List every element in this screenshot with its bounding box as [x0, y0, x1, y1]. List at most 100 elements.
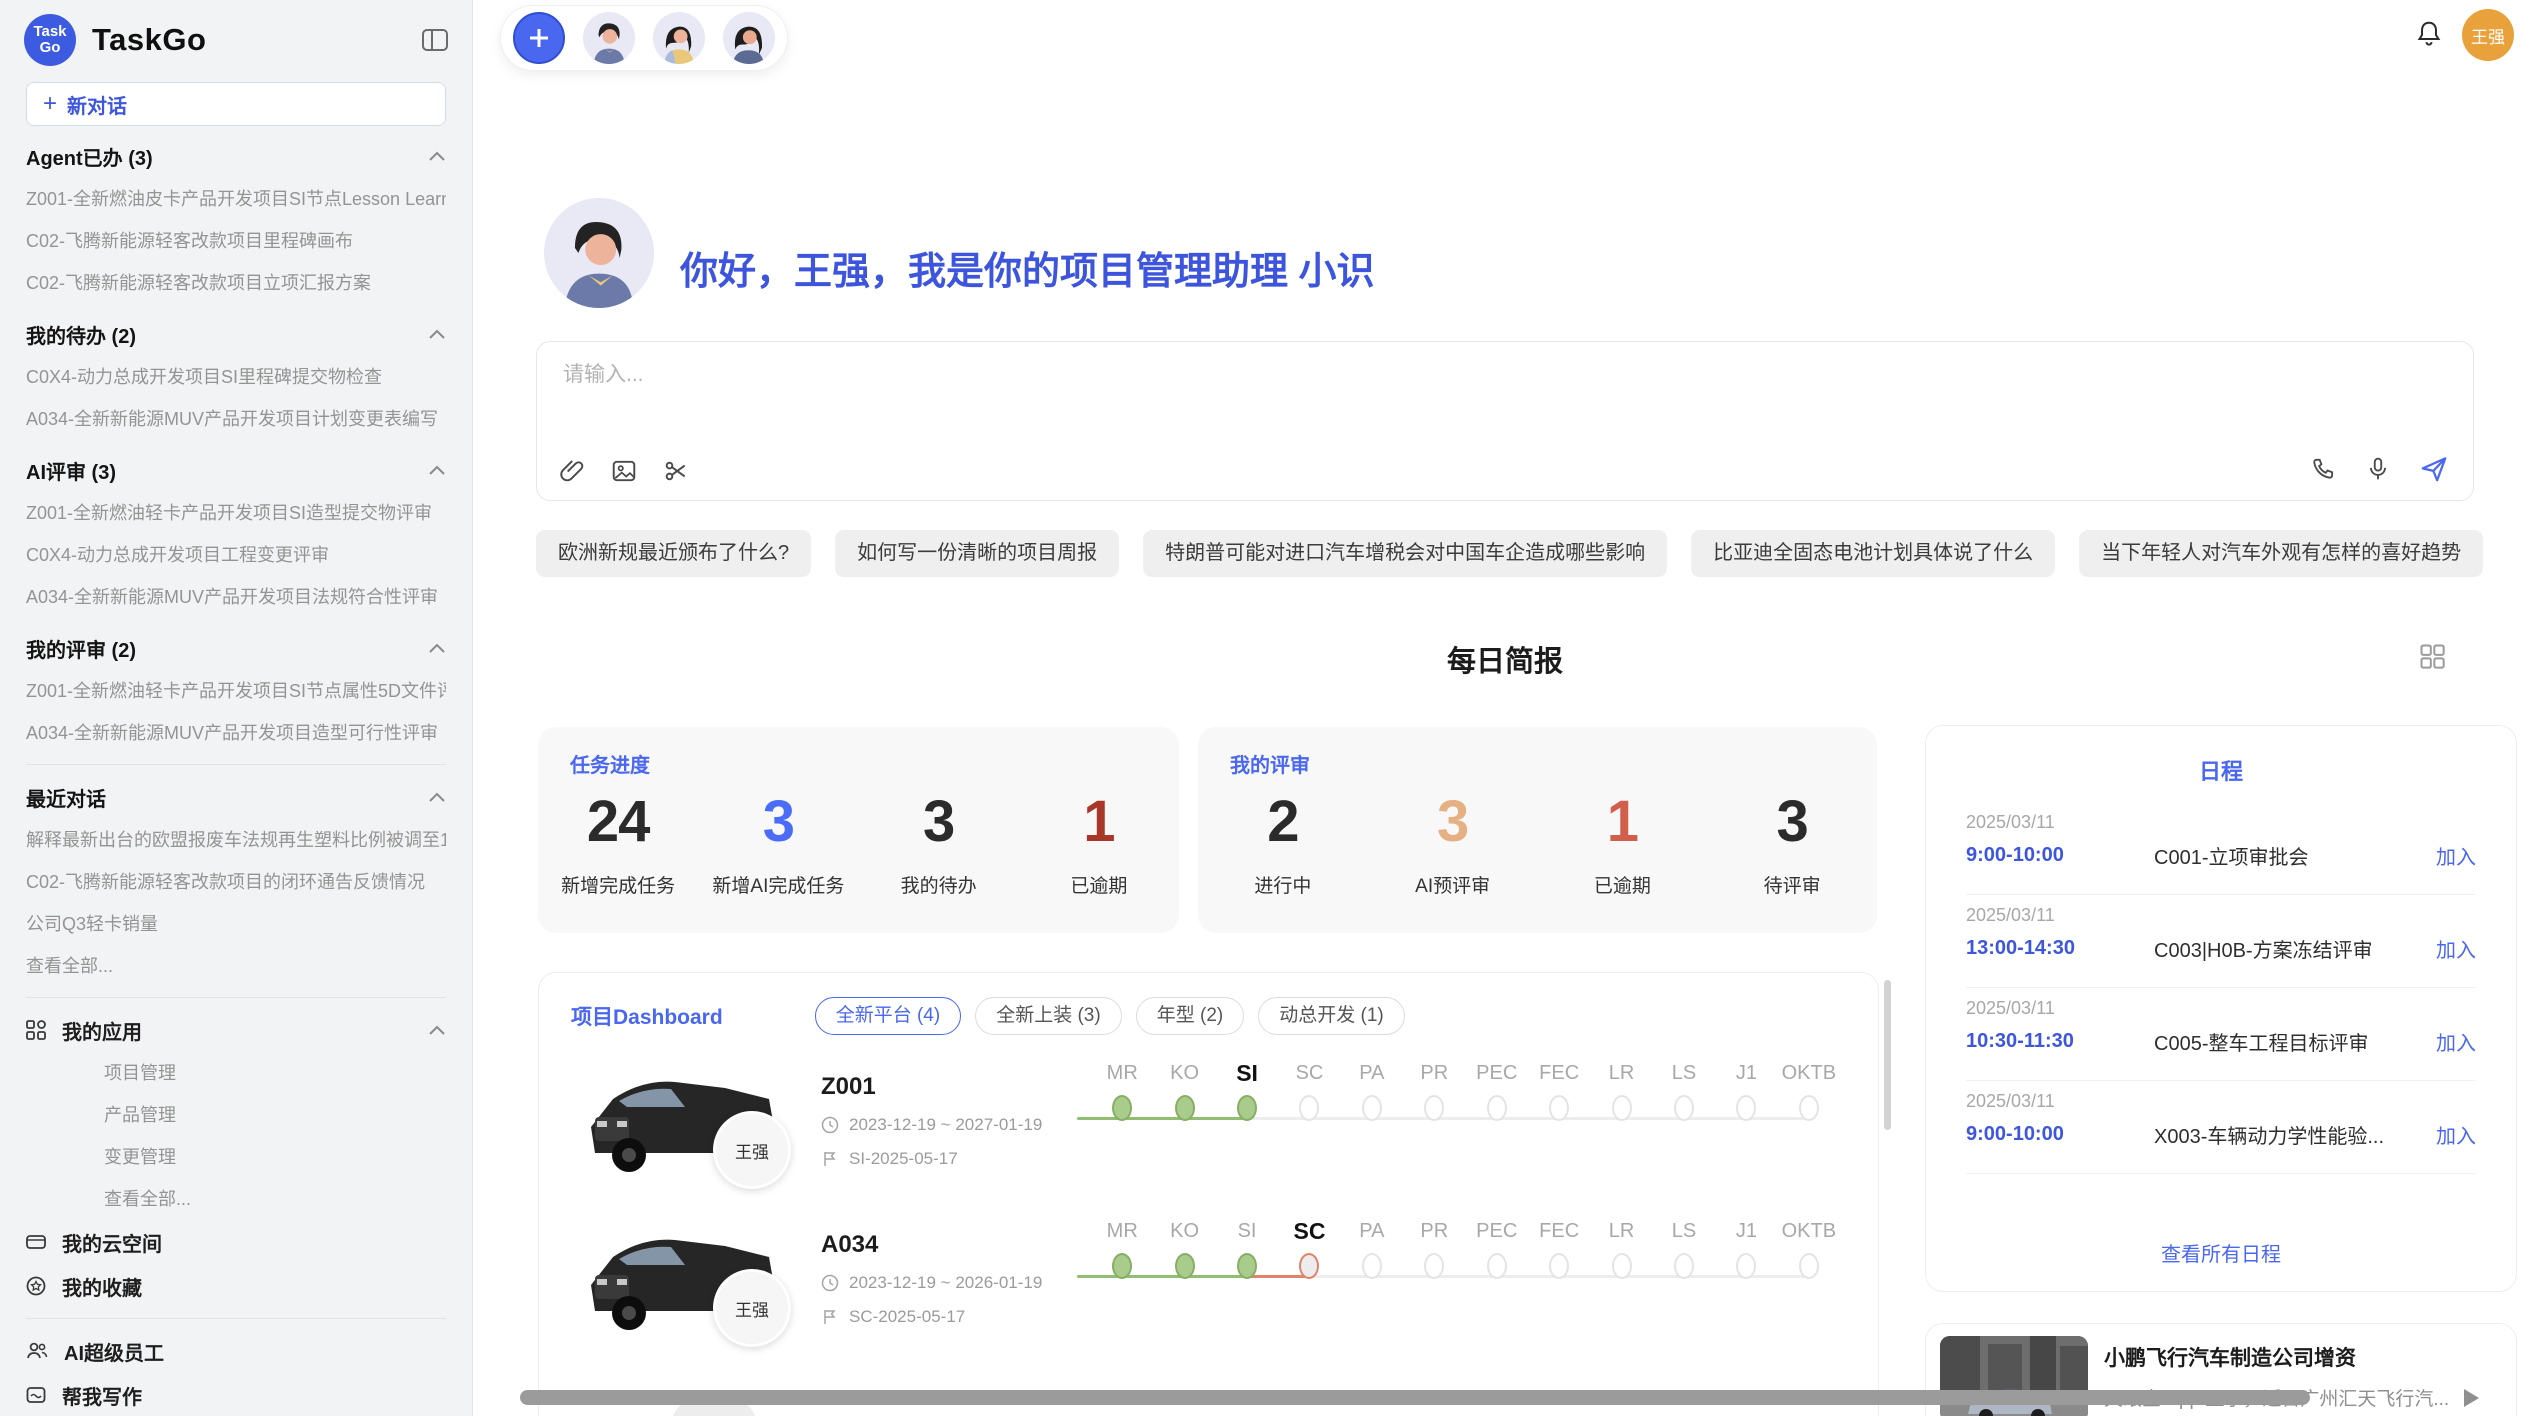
chevron-up-icon — [428, 1024, 446, 1036]
suggestion-chip[interactable]: 如何写一份清晰的项目周报 — [835, 530, 1119, 577]
project-row[interactable]: 王强 A034 2023-12-19 ~ 2026-01-19 SC-2025-… — [571, 1211, 1840, 1363]
stat-value: 3 — [859, 789, 1019, 855]
plus-icon — [526, 25, 552, 51]
suggestion-chips: 欧洲新规最近颁布了什么? 如何写一份清晰的项目周报 特朗普可能对进口汽车增税会对… — [536, 530, 2483, 577]
milestone-si: SI — [1216, 1213, 1278, 1325]
layout-grid-icon[interactable] — [2418, 642, 2446, 670]
suggestion-chip[interactable]: 当下年轻人对汽车外观有怎样的喜好趋势 — [2079, 530, 2483, 577]
tab-powertrain[interactable]: 动总开发 (1) — [1258, 997, 1405, 1035]
avatar[interactable] — [583, 12, 635, 64]
sidebar-item[interactable]: C0X4-动力总成开发项目工程变更评审 — [26, 534, 446, 576]
milestone-ls: LS — [1653, 1213, 1715, 1325]
schedule-card: 日程 2025/03/11 9:00-10:00 C001-立项审批会 加入 2… — [1925, 725, 2517, 1292]
sidebar-item[interactable]: C02-飞腾新能源轻客改款项目立项汇报方案 — [26, 262, 446, 304]
section-title: 我的评审 (2) — [26, 634, 136, 663]
section-agent-done[interactable]: Agent已办 (3) — [26, 134, 446, 178]
stat-pending-review: 3 待评审 — [1707, 789, 1877, 898]
ai-staff-label: AI超级员工 — [64, 1337, 164, 1366]
image-icon[interactable] — [611, 458, 637, 484]
writing-icon — [26, 1385, 46, 1405]
horizontal-scrollbar[interactable] — [520, 1390, 2310, 1405]
stat-label: 已逾期 — [1019, 871, 1179, 898]
stat-value: 2 — [1198, 789, 1368, 855]
milestone-pr: PR — [1403, 1055, 1465, 1167]
app-item-product-mgmt[interactable]: 产品管理 — [26, 1094, 446, 1136]
milestone-pa: PA — [1341, 1213, 1403, 1325]
new-chat-button[interactable]: + 新对话 — [26, 82, 446, 126]
sidebar-item-cloud-space[interactable]: 我的云空间 — [26, 1220, 446, 1264]
suggestion-chip[interactable]: 比亚迪全固态电池计划具体说了什么 — [1691, 530, 2055, 577]
phone-icon[interactable] — [2311, 456, 2337, 482]
recent-chat-item[interactable]: C02-飞腾新能源轻客改款项目的闭环通告反馈情况 — [26, 861, 446, 903]
join-button[interactable]: 加入 — [2436, 1120, 2476, 1149]
section-my-review[interactable]: 我的评审 (2) — [26, 626, 446, 670]
sidebar-item[interactable]: Z001-全新燃油轻卡产品开发项目SI造型提交物评审 — [26, 492, 446, 534]
suggestion-chip[interactable]: 欧洲新规最近颁布了什么? — [536, 530, 811, 577]
sidebar-item[interactable]: C0X4-动力总成开发项目SI里程碑提交物检查 — [26, 356, 446, 398]
project-owner-avatar: 王强 — [713, 1111, 791, 1189]
join-button[interactable]: 加入 — [2436, 841, 2476, 870]
section-my-todo[interactable]: 我的待办 (2) — [26, 312, 446, 356]
sidebar-item-ai-staff[interactable]: AI超级员工 — [26, 1329, 446, 1373]
tab-year-model[interactable]: 年型 (2) — [1136, 997, 1245, 1035]
project-dates-text: 2023-12-19 ~ 2026-01-19 — [849, 1273, 1042, 1293]
divider — [26, 1318, 446, 1319]
suggestion-chip[interactable]: 特朗普可能对进口汽车增税会对中国车企造成哪些影响 — [1143, 530, 1667, 577]
milestone-ko: KO — [1153, 1213, 1215, 1325]
microphone-icon[interactable] — [2365, 456, 2391, 482]
recent-chat-item[interactable]: 公司Q3轻卡销量 — [26, 903, 446, 945]
project-dates-text: 2023-12-19 ~ 2027-01-19 — [849, 1115, 1042, 1135]
project-flag-text: SI-2025-05-17 — [849, 1149, 958, 1169]
sidebar-item[interactable]: A034-全新新能源MUV产品开发项目法规符合性评审 — [26, 576, 446, 618]
section-ai-review[interactable]: AI评审 (3) — [26, 448, 446, 492]
milestone-fec: FEC — [1528, 1055, 1590, 1167]
stat-new-ai-done-tasks: 3 新增AI完成任务 — [698, 789, 858, 898]
avatar[interactable] — [723, 12, 775, 64]
join-button[interactable]: 加入 — [2436, 934, 2476, 963]
join-button[interactable]: 加入 — [2436, 1027, 2476, 1056]
notification-bell-icon[interactable] — [2414, 19, 2444, 49]
sidebar-item[interactable]: Z001-全新燃油皮卡产品开发项目SI节点Lesson Learn报告 — [26, 178, 446, 220]
attachment-icon[interactable] — [559, 458, 585, 484]
milestone-pa: PA — [1341, 1055, 1403, 1167]
chat-input[interactable] — [561, 362, 2165, 388]
tab-new-body[interactable]: 全新上装 (3) — [975, 997, 1122, 1035]
sidebar-item[interactable]: Z001-全新燃油轻卡产品开发项目SI节点属性5D文件评审 — [26, 670, 446, 712]
milestone-pr: PR — [1403, 1213, 1465, 1325]
sidebar-item[interactable]: A034-全新新能源MUV产品开发项目计划变更表编写 — [26, 398, 446, 440]
recent-chats-view-all[interactable]: 查看全部... — [26, 945, 446, 987]
tab-new-platform[interactable]: 全新平台 (4) — [815, 997, 962, 1035]
milestone-oktb: OKTB — [1778, 1055, 1840, 1167]
app-item-change-mgmt[interactable]: 变更管理 — [26, 1136, 446, 1178]
sidebar-item-favorites[interactable]: 我的收藏 — [26, 1264, 446, 1308]
user-avatar[interactable]: 王强 — [2462, 9, 2514, 61]
sidebar-collapse-icon[interactable] — [422, 29, 448, 51]
stat-label: 已逾期 — [1538, 871, 1708, 898]
project-row[interactable]: 王强 Z001 2023-12-19 ~ 2027-01-19 SI-2025-… — [571, 1053, 1840, 1205]
add-session-button[interactable] — [513, 12, 565, 64]
help-write-label: 帮我写作 — [62, 1381, 142, 1410]
milestone-lr: LR — [1590, 1055, 1652, 1167]
view-all-schedules-link[interactable]: 查看所有日程 — [1926, 1238, 2516, 1267]
sidebar-item-help-write[interactable]: 帮我写作 — [26, 1373, 446, 1416]
app-items-view-all[interactable]: 查看全部... — [26, 1178, 446, 1220]
send-icon[interactable] — [2419, 454, 2449, 484]
section-recent-chats[interactable]: 最近对话 — [26, 775, 446, 819]
schedule-name: X003-车辆动力学性能验... — [2154, 1120, 2436, 1149]
recent-chat-item[interactable]: 解释最新出台的欧盟报废车法规再生塑料比例被调至15%... — [26, 819, 446, 861]
app-item-project-mgmt[interactable]: 项目管理 — [26, 1052, 446, 1094]
chat-input-card — [536, 341, 2474, 501]
milestone-sc: SC — [1278, 1055, 1340, 1167]
avatar[interactable] — [653, 12, 705, 64]
stat-ai-pre-review: 3 AI预评审 — [1368, 789, 1538, 898]
scroll-right-arrow[interactable] — [2464, 1389, 2479, 1407]
vertical-scrollbar[interactable] — [1884, 980, 1891, 1130]
milestone-si: SI — [1216, 1055, 1278, 1167]
my-apps-label: 我的应用 — [62, 1016, 142, 1045]
scissors-icon[interactable] — [663, 458, 689, 484]
milestone-pec: PEC — [1466, 1213, 1528, 1325]
milestone-mr: MR — [1091, 1055, 1153, 1167]
sidebar-item[interactable]: C02-飞腾新能源轻客改款项目里程碑画布 — [26, 220, 446, 262]
sidebar-item[interactable]: A034-全新新能源MUV产品开发项目造型可行性评审 — [26, 712, 446, 754]
sidebar-item-my-apps[interactable]: 我的应用 — [26, 1008, 446, 1052]
